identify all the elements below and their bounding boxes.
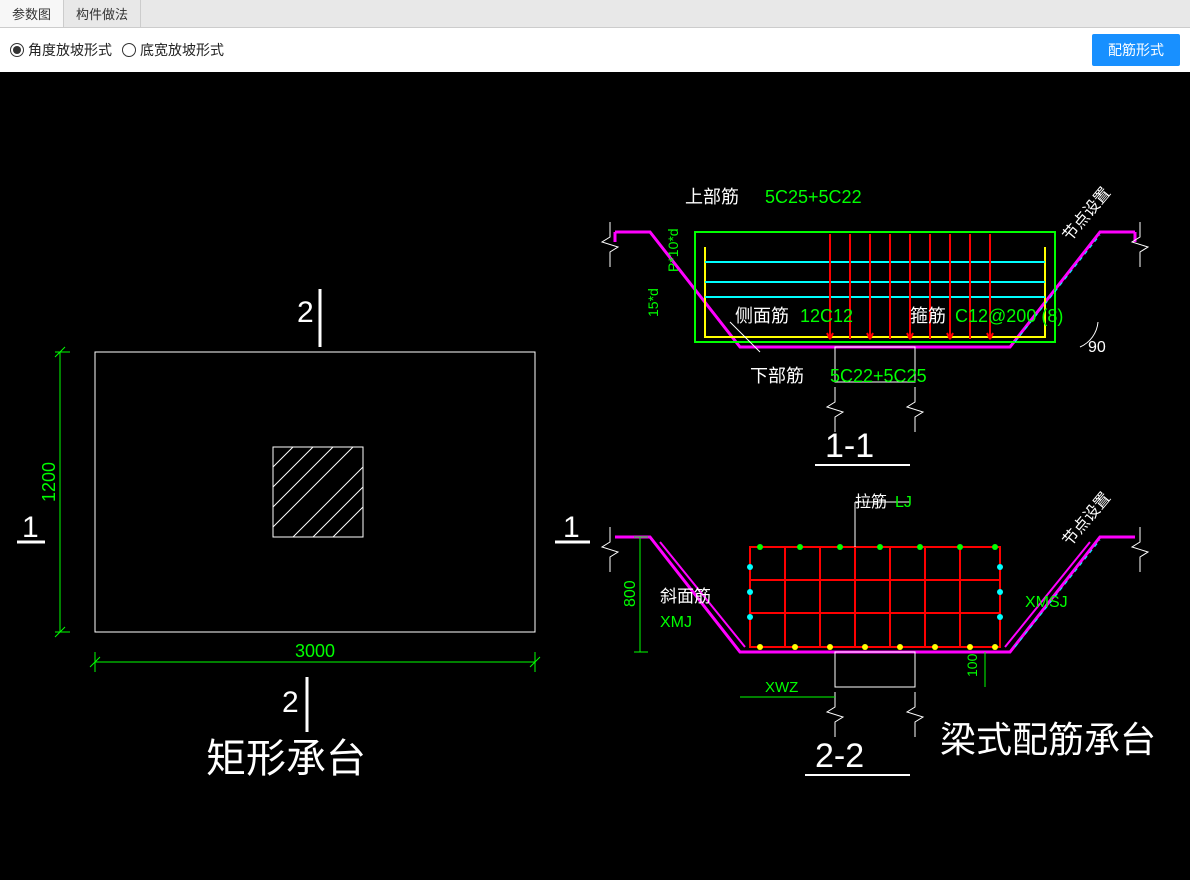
tab-bar: 参数图 构件做法 [0, 0, 1190, 28]
svg-text:侧面筋: 侧面筋 [735, 306, 789, 326]
svg-text:C12@200 (8): C12@200 (8) [955, 306, 1063, 326]
svg-text:节点设置: 节点设置 [1059, 184, 1114, 245]
svg-text:XWZ: XWZ [765, 679, 798, 696]
svg-text:12C12: 12C12 [800, 306, 853, 326]
svg-text:2: 2 [297, 296, 314, 329]
svg-text:5C22+5C25: 5C22+5C25 [830, 366, 927, 386]
drawing-svg: 2 2 1 1 1200 3000 矩形承台 [0, 72, 1190, 880]
svg-text:斜面筋: 斜面筋 [660, 587, 711, 606]
plan-view: 2 2 1 1 1200 3000 矩形承台 [17, 289, 590, 781]
svg-text:节点设置: 节点设置 [1059, 489, 1114, 550]
svg-text:1: 1 [563, 511, 580, 544]
svg-text:1-1: 1-1 [825, 427, 874, 465]
radio-icon [122, 43, 136, 57]
radio-label: 角度放坡形式 [28, 40, 112, 60]
svg-text:LJ: LJ [895, 494, 912, 511]
radio-angle-slope[interactable]: 角度放坡形式 [10, 40, 112, 60]
svg-text:5C25+5C22: 5C25+5C22 [765, 187, 862, 207]
svg-text:2-2: 2-2 [815, 737, 864, 775]
svg-text:XMSJ: XMSJ [1025, 594, 1068, 611]
svg-text:拉筋: 拉筋 [855, 493, 887, 511]
svg-text:下部筋: 下部筋 [750, 366, 804, 386]
radio-label: 底宽放坡形式 [140, 40, 224, 60]
toolbar: 角度放坡形式 底宽放坡形式 配筋形式 [0, 28, 1190, 72]
tab-params[interactable]: 参数图 [0, 0, 64, 27]
svg-text:上部筋: 上部筋 [685, 187, 739, 207]
radio-group: 角度放坡形式 底宽放坡形式 [10, 40, 224, 60]
svg-text:15*d: 15*d [645, 288, 661, 317]
section-2-2: 800 100 XWZ 拉筋 LJ 斜面筋 XMJ XMSJ 节点设置 2-2 … [602, 489, 1156, 775]
radio-icon [10, 43, 24, 57]
svg-text:100: 100 [964, 653, 980, 677]
radio-width-slope[interactable]: 底宽放坡形式 [122, 40, 224, 60]
section-1-1: 上部筋 5C25+5C22 侧面筋 12C12 箍筋 C12@200 (8) 下… [602, 184, 1148, 465]
rebar-form-button[interactable]: 配筋形式 [1092, 34, 1180, 66]
svg-text:矩形承台: 矩形承台 [206, 737, 366, 781]
svg-text:1: 1 [22, 511, 39, 544]
cad-canvas[interactable]: 2 2 1 1 1200 3000 矩形承台 [0, 72, 1190, 880]
svg-text:90: 90 [1088, 339, 1106, 356]
svg-text:800: 800 [622, 580, 639, 607]
svg-text:箍筋: 箍筋 [910, 306, 946, 326]
svg-text:1200: 1200 [39, 462, 59, 502]
svg-text:P*10*d: P*10*d [665, 228, 681, 272]
tab-method[interactable]: 构件做法 [64, 0, 141, 27]
svg-text:梁式配筋承台: 梁式配筋承台 [940, 719, 1156, 760]
svg-text:XMJ: XMJ [660, 614, 692, 631]
svg-text:2: 2 [282, 686, 299, 719]
svg-text:3000: 3000 [295, 641, 335, 661]
